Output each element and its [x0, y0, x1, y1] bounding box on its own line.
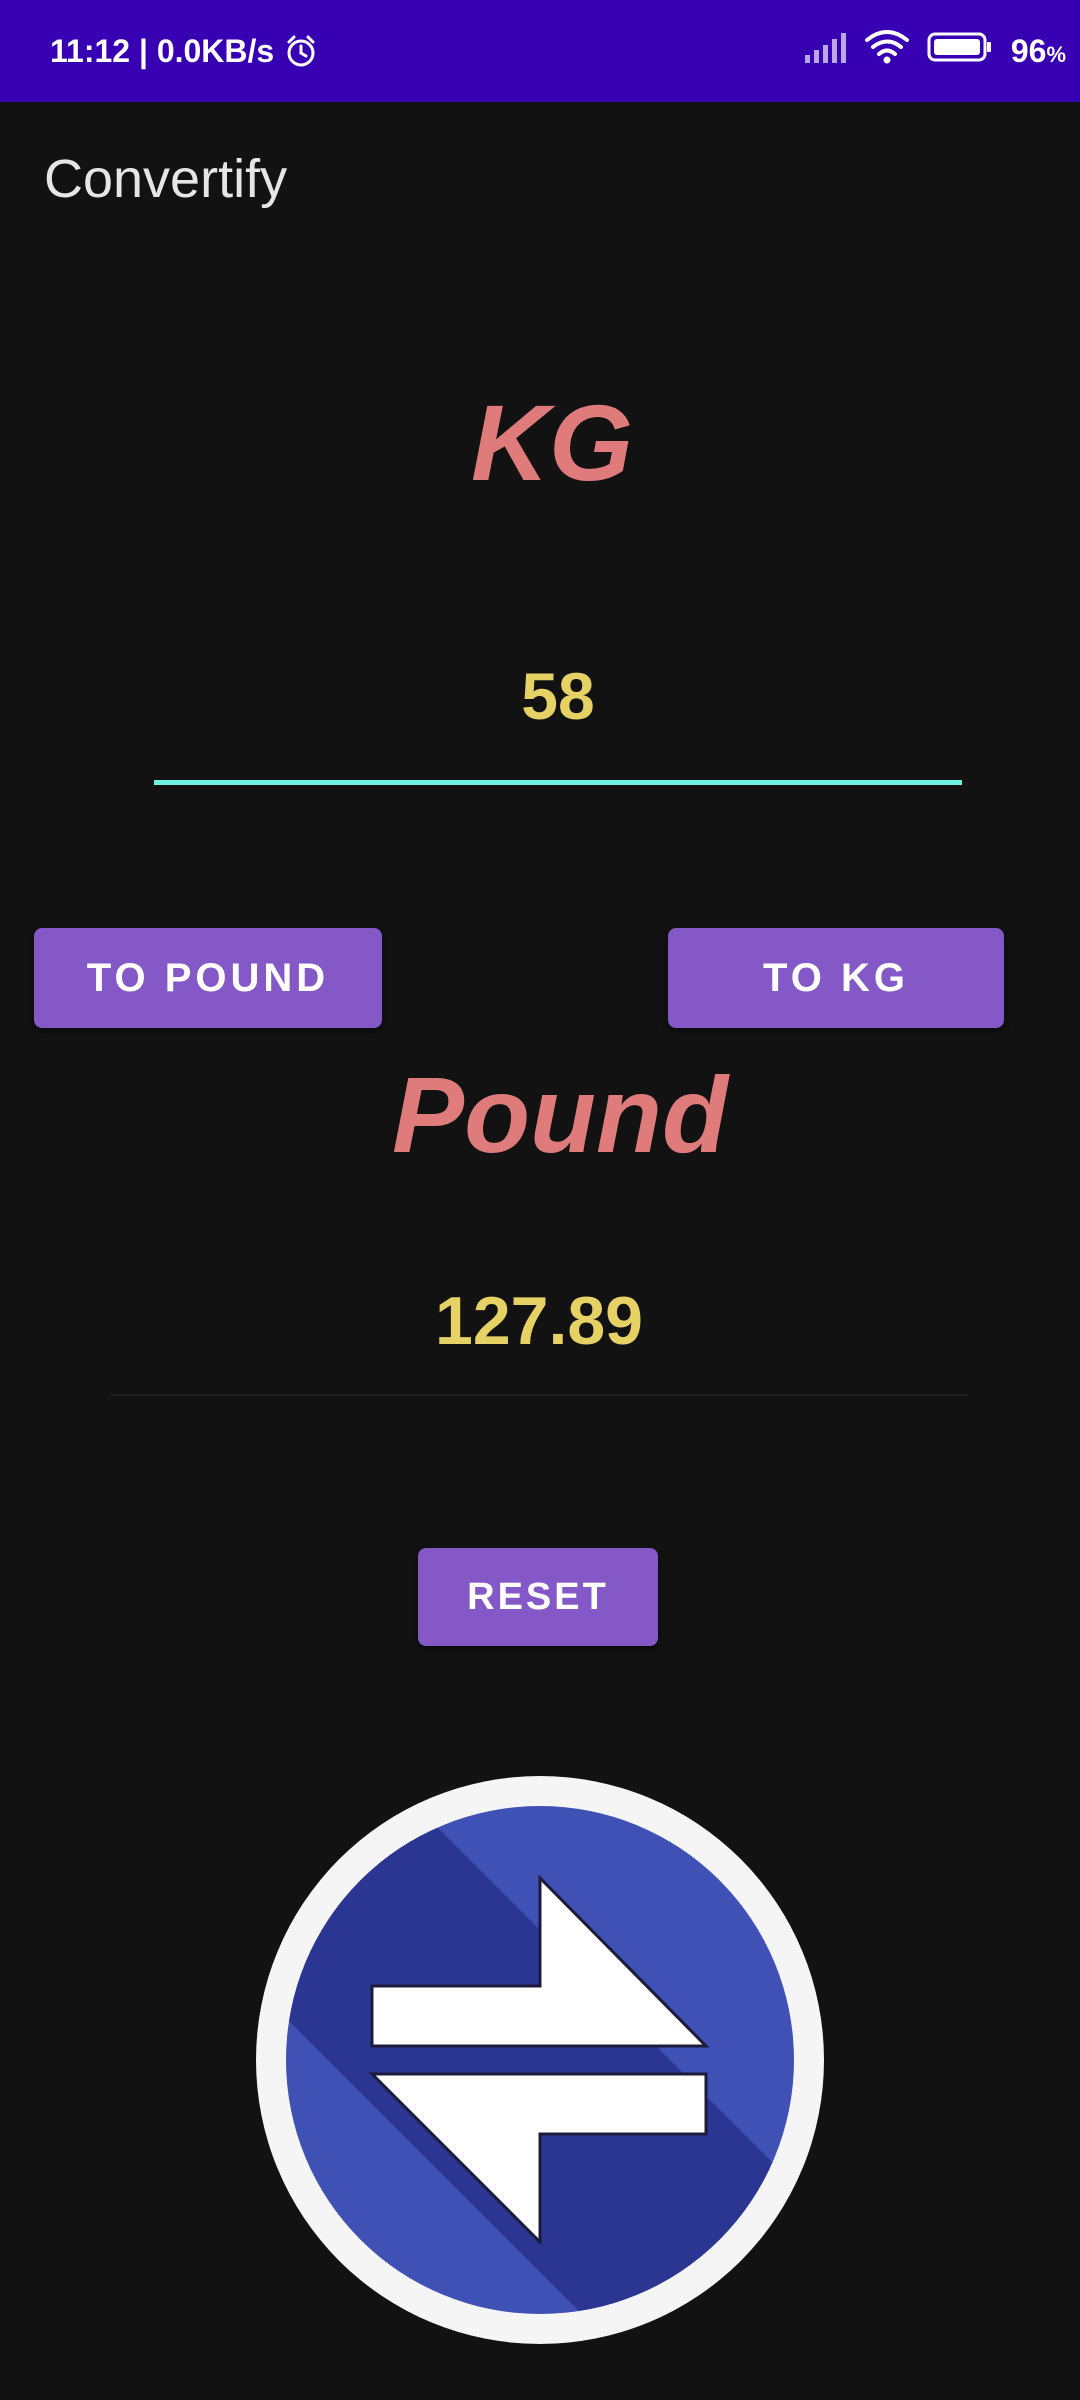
to-unit-label: Pound: [392, 1054, 728, 1175]
battery-percent: 96%: [1011, 33, 1066, 70]
status-right: 96%: [803, 0, 1066, 102]
battery-percent-unit: %: [1046, 41, 1066, 67]
to-pound-button[interactable]: TO POUND: [34, 928, 382, 1028]
app-screen: 11:12 | 0.0KB/s 96% Convertify KG 58 TO …: [0, 0, 1080, 2400]
status-time-speed: 11:12 | 0.0KB/s: [50, 32, 275, 69]
battery-icon: [927, 31, 993, 71]
swap-arrows-icon: [254, 1774, 826, 2346]
pound-output-underline: [110, 1394, 968, 1396]
kg-input-underline: [154, 780, 962, 785]
kg-input[interactable]: 58: [154, 658, 962, 734]
wifi-icon: [864, 30, 909, 72]
battery-percent-value: 96: [1010, 32, 1047, 69]
reset-button[interactable]: RESET: [418, 1548, 658, 1646]
signal-icon: [803, 31, 847, 71]
pound-output[interactable]: 127.89: [110, 1282, 968, 1360]
to-kg-button[interactable]: TO KG: [668, 928, 1004, 1028]
from-unit-label: KG: [471, 382, 633, 503]
status-bar: 11:12 | 0.0KB/s 96%: [0, 0, 1080, 102]
app-title: Convertify: [44, 149, 288, 209]
alarm-icon: [284, 34, 318, 68]
status-left: 11:12 | 0.0KB/s: [50, 0, 318, 102]
